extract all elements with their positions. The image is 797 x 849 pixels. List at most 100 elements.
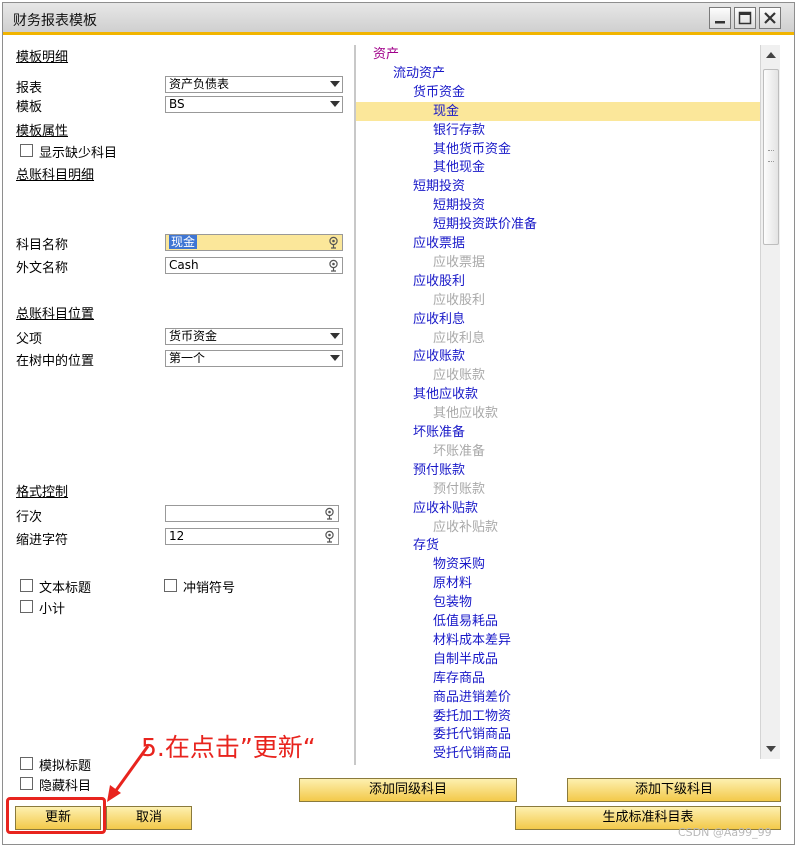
tree-node[interactable]: 委托代销商品: [433, 725, 511, 744]
tree-node[interactable]: 应收账款: [413, 347, 465, 366]
section-template-detail: 模板明细: [16, 50, 69, 65]
tree-node[interactable]: 应收补贴款: [433, 518, 498, 537]
template-select-value: BS: [169, 97, 185, 111]
tree-position-select[interactable]: 第一个: [165, 350, 343, 367]
tree-node[interactable]: 现金: [433, 102, 459, 121]
row-spacing-label: 行次: [16, 510, 43, 525]
indent-value: 12: [169, 529, 185, 543]
foreign-name-label: 外文名称: [16, 261, 69, 276]
tree-node[interactable]: 应收票据: [413, 234, 465, 253]
tree-node[interactable]: 商品进销差价: [433, 688, 511, 707]
hide-account-label: 隐藏科目: [39, 779, 92, 794]
scroll-down-arrow-icon[interactable]: [763, 741, 779, 757]
chevron-down-icon: [330, 333, 340, 339]
add-sibling-account-button[interactable]: 添加同级科目: [299, 778, 517, 802]
tree-node[interactable]: 其他货币资金: [433, 140, 511, 159]
link-arrow-icon[interactable]: [328, 236, 339, 249]
tree-node[interactable]: 银行存款: [433, 121, 485, 140]
minimize-button[interactable]: [709, 7, 731, 29]
template-label: 模板: [16, 100, 43, 115]
tree-node[interactable]: 短期投资: [413, 177, 465, 196]
tree-node[interactable]: 坏账准备: [433, 442, 485, 461]
tree-node[interactable]: 预付账款: [433, 480, 485, 499]
tree-node[interactable]: 货币资金: [413, 83, 465, 102]
tree-node[interactable]: 其他应收款: [433, 404, 498, 423]
link-arrow-icon[interactable]: [328, 259, 339, 272]
maximize-button[interactable]: [734, 7, 756, 29]
tree-node[interactable]: 短期投资跌价准备: [433, 215, 537, 234]
financial-report-template-window: 财务报表模板 模板明细 报表 资产负债表 模板 BS 模板属性 显示缺少科目 总…: [2, 2, 795, 845]
report-select-value: 资产负债表: [169, 77, 230, 91]
row-spacing-input[interactable]: [165, 505, 339, 522]
chevron-down-icon: [330, 101, 340, 107]
grip-icon: [768, 150, 774, 162]
account-tree[interactable]: 资产 流动资产 货币资金 现金 银行存款 其他货币资金 其他现金 短期投资 短期投资 短期投资跌价…: [356, 45, 760, 765]
subtotal-checkbox[interactable]: [20, 600, 33, 613]
foreign-name-input[interactable]: Cash: [165, 257, 343, 274]
tree-node[interactable]: 材料成本差异: [433, 631, 511, 650]
template-select[interactable]: BS: [165, 96, 343, 113]
left-panel: 模板明细 报表 资产负债表 模板 BS 模板属性 显示缺少科目 总账科目明细 科…: [3, 38, 353, 844]
close-button[interactable]: [759, 7, 781, 29]
chevron-down-icon: [330, 355, 340, 361]
show-missing-accounts-label: 显示缺少科目: [39, 146, 118, 161]
window-title: 财务报表模板: [13, 13, 97, 29]
parent-select[interactable]: 货币资金: [165, 328, 343, 345]
indent-input[interactable]: 12: [165, 528, 339, 545]
tree-node[interactable]: 短期投资: [433, 196, 485, 215]
report-select[interactable]: 资产负债表: [165, 76, 343, 93]
link-arrow-icon[interactable]: [324, 530, 335, 543]
parent-label: 父项: [16, 332, 43, 347]
show-missing-accounts-checkbox[interactable]: [20, 144, 33, 157]
tree-node[interactable]: 物资采购: [433, 555, 485, 574]
report-label: 报表: [16, 81, 43, 96]
minimize-icon: [715, 21, 725, 24]
tree-scrollbar[interactable]: [760, 45, 780, 759]
offset-sign-checkbox[interactable]: [164, 579, 177, 592]
tree-node[interactable]: 应收股利: [433, 291, 485, 310]
section-gl-account-detail: 总账科目明细: [16, 168, 95, 183]
tree-position-label: 在树中的位置: [16, 354, 95, 369]
annotation-text: 5.在点击”更新“: [141, 733, 316, 762]
account-name-label: 科目名称: [16, 238, 69, 253]
chevron-down-icon: [330, 81, 340, 87]
watermark: CSDN @Aa99_99: [678, 826, 772, 839]
tree-node[interactable]: 应收股利: [413, 272, 465, 291]
cancel-button[interactable]: 取消: [106, 806, 192, 830]
tree-node[interactable]: 应收利息: [413, 310, 465, 329]
tree-node[interactable]: 预付账款: [413, 461, 465, 480]
tree-node[interactable]: 委托加工物资: [433, 707, 511, 726]
tree-selection-highlight: [356, 101, 760, 121]
tree-node[interactable]: 应收利息: [433, 329, 485, 348]
subtotal-label: 小计: [39, 602, 66, 617]
indent-label: 缩进字符: [16, 533, 69, 548]
text-title-checkbox[interactable]: [20, 579, 33, 592]
tree-node[interactable]: 资产: [373, 45, 399, 64]
tree-node[interactable]: 存货: [413, 536, 439, 555]
tree-node[interactable]: 低值易耗品: [433, 612, 498, 631]
tree-node[interactable]: 应收票据: [433, 253, 485, 272]
account-name-input[interactable]: 现金: [165, 234, 343, 251]
scroll-up-arrow-icon[interactable]: [763, 47, 779, 63]
hide-account-checkbox[interactable]: [20, 777, 33, 790]
tree-node[interactable]: 库存商品: [433, 669, 485, 688]
maximize-icon: [738, 11, 752, 25]
tree-node[interactable]: 流动资产: [393, 64, 445, 83]
scroll-thumb[interactable]: [763, 69, 779, 245]
title-bar[interactable]: 财务报表模板: [3, 3, 794, 35]
tree-node[interactable]: 坏账准备: [413, 423, 465, 442]
link-arrow-icon[interactable]: [324, 507, 335, 520]
dummy-title-label: 模拟标题: [39, 759, 92, 774]
tree-node[interactable]: 包装物: [433, 593, 472, 612]
tree-node[interactable]: 其他现金: [433, 158, 485, 177]
tree-node[interactable]: 受托代销商品: [433, 744, 511, 763]
section-format-control: 格式控制: [16, 485, 69, 500]
tree-node[interactable]: 应收补贴款: [413, 499, 478, 518]
tree-node[interactable]: 其他应收款: [413, 385, 478, 404]
foreign-name-value: Cash: [169, 258, 199, 272]
tree-node[interactable]: 原材料: [433, 574, 472, 593]
dummy-title-checkbox[interactable]: [20, 757, 33, 770]
add-child-account-button[interactable]: 添加下级科目: [567, 778, 781, 802]
tree-node[interactable]: 自制半成品: [433, 650, 498, 669]
tree-node[interactable]: 应收账款: [433, 366, 485, 385]
